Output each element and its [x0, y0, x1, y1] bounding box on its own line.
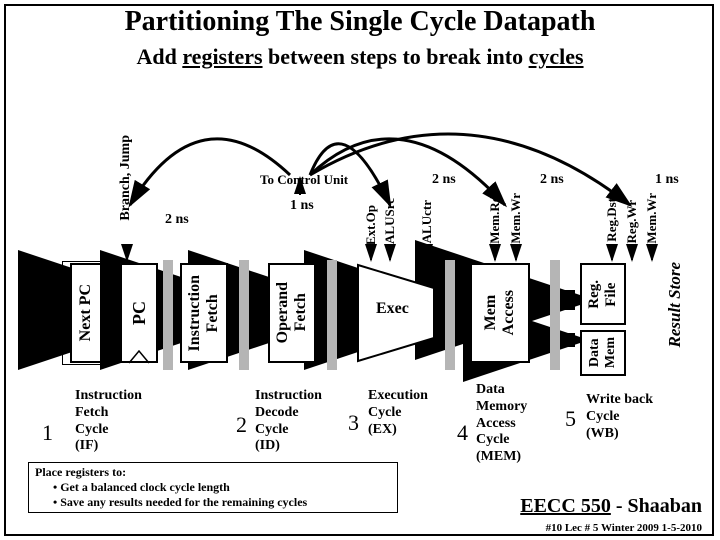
sig-memrd: Mem.Rd [487, 195, 503, 244]
s5l2: (WB) [586, 426, 619, 441]
s5l0: Write back [586, 392, 653, 407]
block-reg-file: Reg. File [580, 263, 626, 325]
s3l2: (EX) [368, 422, 397, 437]
s1l0: Instruction [75, 388, 142, 403]
timing-wb: 1 ns [655, 172, 679, 188]
s4l0: Data [476, 382, 505, 397]
sig-aluctr: ALUctr [419, 200, 435, 243]
label-datamem: Data Mem [587, 337, 619, 368]
slide-subtitle: Add registers between steps to break int… [0, 44, 720, 70]
stage-5-label: Write back Cycle (WB) [586, 392, 676, 442]
s3l1: Cycle [368, 405, 401, 420]
label-pc: PC [129, 301, 150, 325]
note-box: Place registers to: • Get a balanced clo… [28, 462, 398, 513]
to-control-label: To Control Unit [260, 172, 348, 188]
block-mem-access: Mem Access [470, 263, 530, 363]
footer-teacher: Shaaban [628, 495, 703, 517]
sig-memwr2: Mem.Wr [644, 193, 660, 244]
stage-5-num: 5 [565, 406, 576, 432]
sig-extop: Ext.Op [363, 205, 379, 245]
stage-2-label: Instruction Decode Cycle (ID) [255, 388, 345, 455]
block-instruction-fetch: Instruction Fetch [180, 263, 228, 363]
s2l2: Cycle [255, 422, 288, 437]
timing-ex: 2 ns [432, 172, 456, 188]
s4l3: Cycle [476, 432, 509, 447]
subtitle-part-d: cycles [529, 44, 584, 69]
s3l0: Execution [368, 388, 428, 403]
label-ifetch: Instruction Fetch [186, 275, 222, 351]
s1l2: Cycle [75, 422, 108, 437]
footer-lec: #10 Lec # 5 Winter 2009 1-5-2010 [546, 522, 702, 534]
block-pc: PC [120, 263, 158, 363]
label-regfile: Reg. File [586, 280, 620, 309]
note-title: Place registers to: [35, 465, 391, 480]
sig-alusrc: ALUSrc [382, 198, 398, 244]
subtitle-part-a: Add [136, 44, 182, 69]
stage-3-label: Execution Cycle (EX) [368, 388, 448, 438]
stage-4-label: Data Memory Access Cycle (MEM) [476, 382, 556, 466]
sig-memwr: Mem.Wr [508, 193, 524, 244]
subtitle-part-b: registers [182, 44, 262, 69]
slide-title: Partitioning The Single Cycle Datapath [0, 6, 720, 38]
sig-branch-jump: Branch, Jump [118, 135, 134, 221]
s5l1: Cycle [586, 409, 619, 424]
s4l1: Memory [476, 399, 527, 414]
label-exec: Exec [376, 300, 409, 318]
s2l3: (ID) [255, 438, 280, 453]
timing-id: 1 ns [290, 198, 314, 214]
stage-4-num: 4 [457, 420, 468, 446]
s1l1: Fetch [75, 405, 108, 420]
stage-2-num: 2 [236, 412, 247, 438]
footer-course: EECC 550 [520, 495, 611, 517]
label-result-store: Result Store [665, 262, 685, 348]
timing-mem: 2 ns [540, 172, 564, 188]
s4l2: Access [476, 416, 516, 431]
sig-regwr: Reg.Wr [624, 200, 640, 243]
nextpc-outer [62, 261, 110, 365]
stage-1-label: Instruction Fetch Cycle (IF) [75, 388, 165, 455]
block-data-mem: Data Mem [580, 330, 626, 376]
s2l0: Instruction [255, 388, 322, 403]
sig-regdst: Reg.Dst [604, 198, 620, 242]
timing-if: 2 ns [165, 212, 189, 228]
note-b2: • Save any results needed for the remain… [35, 495, 391, 510]
stage-3-num: 3 [348, 410, 359, 436]
subtitle-part-c: between steps to break into [263, 44, 529, 69]
s1l3: (IF) [75, 438, 98, 453]
clock-triangle-icon [128, 350, 150, 364]
label-opfetch: Operand Fetch [274, 282, 310, 343]
footer: EECC 550 - Shaaban [520, 495, 702, 518]
s2l1: Decode [255, 405, 299, 420]
label-memacc: Mem Access [482, 290, 518, 335]
stage-1-num: 1 [42, 420, 53, 446]
block-operand-fetch: Operand Fetch [268, 263, 316, 363]
note-b1: • Get a balanced clock cycle length [35, 480, 391, 495]
s4l4: (MEM) [476, 449, 521, 464]
